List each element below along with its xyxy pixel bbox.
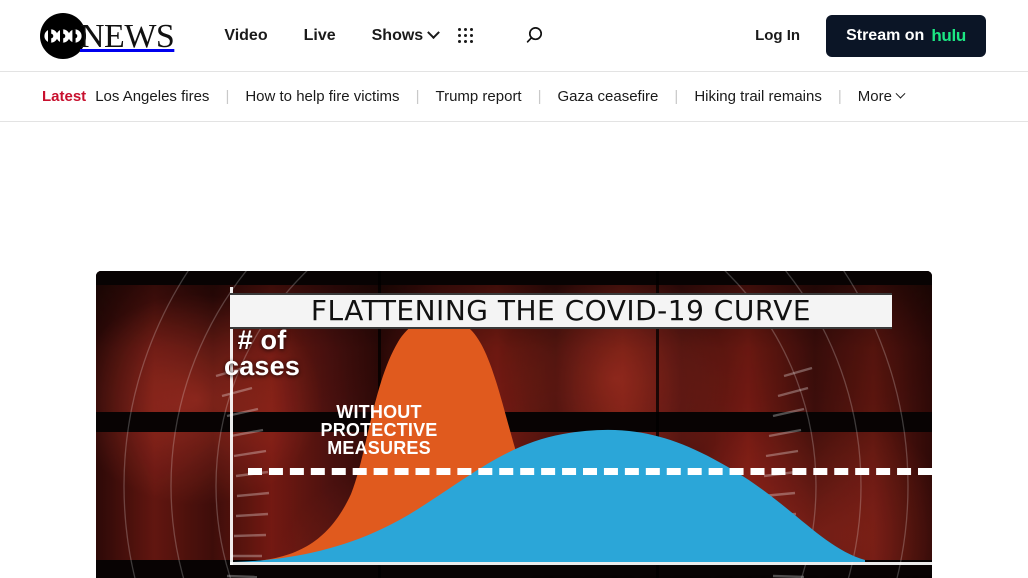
primary-nav: Video Live Shows <box>224 26 441 45</box>
grid-dot <box>458 34 462 37</box>
graphic-title-banner: FLATTENING THE COVID-19 CURVE <box>230 293 892 329</box>
nav-item-live[interactable]: Live <box>304 27 336 45</box>
grid-dot <box>464 40 468 43</box>
login-link[interactable]: Log In <box>755 27 800 44</box>
site-header: NEWS Video Live Shows Log In Stream on h… <box>0 0 1028 72</box>
stream-on-hulu-button[interactable]: Stream on hulu <box>826 14 986 57</box>
grid-apps-icon[interactable] <box>458 28 474 43</box>
search-icon[interactable] <box>521 23 547 49</box>
grid-dot <box>470 28 474 31</box>
label-without-protective-measures: WITHOUT PROTECTIVE MEASURES <box>320 402 438 458</box>
topics-subnav: Latest Los Angeles fires | How to help f… <box>0 72 1028 122</box>
subnav-more-label: More <box>857 88 892 105</box>
nav-label-live: Live <box>303 26 336 44</box>
hulu-brand-label: hulu <box>931 25 966 45</box>
x-axis-line <box>230 562 932 565</box>
subnav-item-help-fire-victims[interactable]: How to help fire victims <box>245 88 399 105</box>
grid-dot <box>470 40 474 43</box>
letterbox-band <box>96 271 932 285</box>
grid-dot <box>458 40 462 43</box>
stream-prefix-label: Stream on <box>846 26 925 44</box>
chevron-down-icon <box>427 26 441 40</box>
header-right-group: Log In Stream on hulu <box>755 14 986 57</box>
subnav-item-la-fires[interactable]: Los Angeles fires <box>95 88 209 105</box>
subnav-item-hiking-trail-remains[interactable]: Hiking trail remains <box>694 88 822 105</box>
nav-label-shows: Shows <box>371 26 424 44</box>
graphic-title: FLATTENING THE COVID-19 CURVE <box>310 294 812 327</box>
subnav-more-button[interactable]: More <box>857 88 906 105</box>
latest-label: Latest <box>42 88 87 105</box>
flattening-the-curve-graphic[interactable]: FLATTENING THE COVID-19 CURVE # of cases … <box>96 271 932 578</box>
healthcare-capacity-threshold-line <box>248 468 932 475</box>
grid-dot <box>458 28 462 31</box>
y-axis-label: # of cases <box>224 325 301 382</box>
subnav-item-gaza-ceasefire[interactable]: Gaza ceasefire <box>558 88 659 105</box>
logo-news-text: NEWS <box>80 17 175 55</box>
subnav-separator: | <box>537 88 542 105</box>
subnav-item-trump-report[interactable]: Trump report <box>435 88 521 105</box>
nav-item-shows[interactable]: Shows <box>371 26 441 45</box>
label-healthcare-capacity: HEALTH CARE SYSTEM CAPACITY <box>534 574 932 578</box>
article-body: FLATTENING THE COVID-19 CURVE # of cases … <box>0 122 1028 578</box>
nav-label-video: Video <box>224 26 268 44</box>
subnav-separator: | <box>837 88 842 105</box>
subnav-separator: | <box>225 88 230 105</box>
subnav-separator: | <box>674 88 679 105</box>
grid-dot <box>464 28 468 31</box>
grid-dot <box>464 34 468 37</box>
nav-item-video[interactable]: Video <box>224 27 267 45</box>
abc-news-logo[interactable]: NEWS <box>40 12 175 59</box>
chevron-down-icon <box>895 88 906 99</box>
subnav-separator: | <box>415 88 420 105</box>
grid-dot <box>470 34 474 37</box>
